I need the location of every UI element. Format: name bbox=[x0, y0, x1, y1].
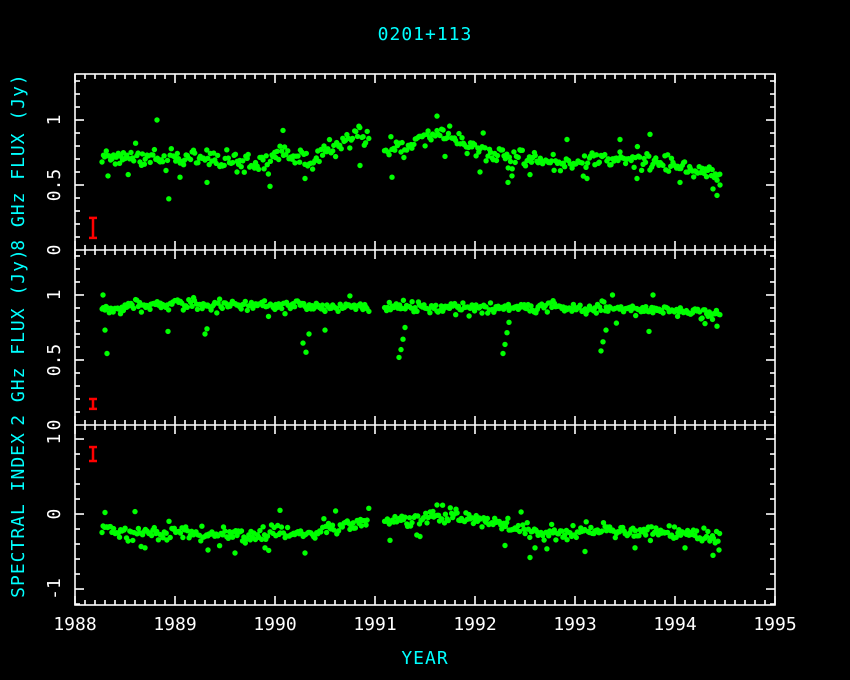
y-tick-label: 0 bbox=[44, 420, 65, 431]
panel-spectral-index-points bbox=[99, 502, 722, 560]
x-tick-label: 1989 bbox=[153, 614, 196, 635]
y-tick-label: 1 bbox=[44, 115, 65, 126]
x-tick-label: 1991 bbox=[353, 614, 396, 635]
x-tick-label: 1995 bbox=[753, 614, 796, 635]
panel-2ghz-points bbox=[99, 292, 722, 360]
x-tick-label: 1992 bbox=[453, 614, 496, 635]
figure-title: 0201+113 bbox=[378, 24, 473, 45]
tick-labels: 1988 1989 1990 1991 1992 1993 1994 1995 0 0.5 1 0 0.… bbox=[44, 115, 797, 635]
x-tick-label: 1993 bbox=[553, 614, 596, 635]
light-curve-figure: 0201+113 8 GHz FLUX (Jy) 2 GHz FLUX (Jy)… bbox=[0, 0, 850, 680]
y-tick-label: 0.5 bbox=[44, 169, 65, 202]
yaxis-title-8ghz: 8 GHz FLUX (Jy) bbox=[8, 73, 29, 251]
yaxis-title-2ghz: 2 GHz FLUX (Jy) bbox=[8, 248, 29, 426]
x-tick-label: 1994 bbox=[653, 614, 696, 635]
y-tick-label: 0.5 bbox=[44, 344, 65, 377]
y-tick-label: 1 bbox=[44, 290, 65, 301]
panel-8ghz-points bbox=[99, 113, 722, 201]
xaxis-title: YEAR bbox=[401, 648, 448, 669]
x-tick-label: 1990 bbox=[253, 614, 296, 635]
y-tick-label: 0 bbox=[44, 509, 65, 520]
plot-canvas: 0201+113 8 GHz FLUX (Jy) 2 GHz FLUX (Jy)… bbox=[0, 0, 850, 680]
y-tick-label: 0 bbox=[44, 245, 65, 256]
y-tick-label: -1 bbox=[44, 578, 65, 600]
yaxis-title-spectral-index: SPECTRAL INDEX bbox=[8, 432, 29, 598]
x-tick-label: 1988 bbox=[53, 614, 96, 635]
y-tick-label: 1 bbox=[44, 434, 65, 445]
